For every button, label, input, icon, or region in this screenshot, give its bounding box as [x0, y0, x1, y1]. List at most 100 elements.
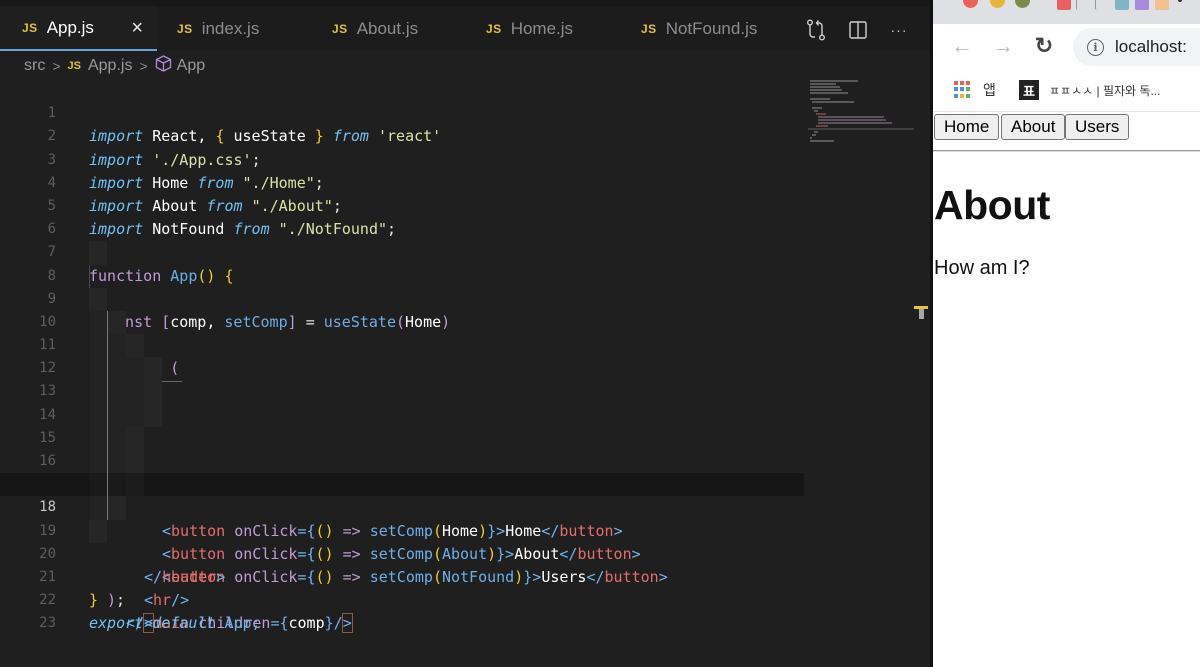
close-window-button[interactable] [963, 0, 978, 8]
breadcrumb-symbol[interactable]: App [177, 57, 205, 75]
indent-guide [126, 357, 144, 381]
indent-guide [126, 403, 144, 427]
code-line: 5 import NotFound from "./NotFound"; [0, 172, 804, 238]
maximize-window-button[interactable] [1015, 0, 1030, 8]
close-icon[interactable]: × [131, 18, 143, 38]
code-line: 13 <button onClick={() => setComp(Home)}… [0, 357, 804, 540]
minimap-line [812, 101, 854, 103]
indent-guide [89, 287, 107, 311]
page-paragraph: How am I? [934, 257, 1030, 279]
tab-label: index.js [201, 18, 260, 38]
keyword: export default [89, 614, 216, 633]
tab-notfound-js[interactable]: JS NotFound.js [641, 6, 757, 51]
browser-window: ← → ↻ i localhost: 앱 표 ㅍㅍㅅㅅ | 필자와 독... H… [933, 0, 1200, 667]
code-line: 14 <button onClick={() => setComp(About)… [0, 380, 804, 563]
indent-guide [126, 473, 144, 497]
site-info-icon[interactable]: i [1087, 38, 1104, 56]
web-page: Home About Users About How am I? [933, 112, 1200, 667]
minimap-line [810, 98, 830, 100]
code-line: 4 import About from "./About"; [0, 149, 804, 215]
js-file-icon: JS [641, 21, 657, 36]
minimap[interactable] [808, 78, 916, 148]
code-line: 3 import Home from "./Home"; [0, 125, 804, 192]
bookmark-apps[interactable]: 앱 [983, 80, 996, 100]
breadcrumb-file[interactable]: App.js [88, 57, 132, 75]
indent-guide [144, 380, 162, 404]
indent-guide [108, 496, 126, 520]
code-line: 6 [0, 195, 804, 237]
minimap-line [810, 92, 848, 94]
code-line: 21 } [0, 543, 804, 609]
tab-app-js[interactable]: JS App.js × [0, 6, 157, 51]
code-line: 9 [0, 264, 804, 307]
code-line: 1 import React, { useState } from 'react… [0, 79, 804, 145]
tab-label: NotFound.js [665, 18, 758, 38]
users-button[interactable]: Users [1065, 114, 1130, 140]
indent-guide [89, 310, 107, 335]
more-icon[interactable] [1178, 0, 1182, 2]
indent-guide [108, 380, 126, 404]
line-source: export default App; [89, 612, 261, 635]
code-line: 8 const [comp, setComp] = useState(Home) [0, 241, 804, 331]
tab-about-js[interactable]: JS About.js [332, 6, 418, 51]
tab-index-js[interactable]: JS index.js [177, 6, 259, 51]
page-heading: About [934, 182, 1050, 228]
code-line: 16 </header> [0, 426, 804, 586]
minimap-line [818, 122, 892, 124]
indent-guide [108, 403, 126, 427]
tab-label: App.js [46, 17, 94, 37]
code-line: 17 <hr/> [0, 450, 804, 609]
reload-button[interactable]: ↻ [1032, 33, 1056, 58]
address-bar[interactable]: i localhost: [1073, 28, 1200, 66]
browser-titlebar [933, 0, 1200, 24]
minimap-line [818, 116, 884, 118]
indent-guide [108, 334, 126, 358]
identifier: App; [224, 614, 261, 633]
extension-icon[interactable] [1076, 0, 1088, 10]
tag-bracket: > [341, 613, 353, 634]
extension-icon[interactable] [1155, 0, 1169, 10]
code-line: 23 [0, 589, 804, 631]
extension-icon[interactable] [1095, 0, 1107, 10]
minimize-window-button[interactable] [990, 0, 1005, 8]
split-editor-icon[interactable] [848, 20, 868, 40]
minimap-line [814, 110, 818, 112]
js-file-icon: JS [22, 20, 38, 35]
scrollbar-thumb[interactable] [919, 309, 924, 319]
bookmark-site[interactable]: ㅍㅍㅅㅅ | 필자와 독... [1049, 82, 1160, 99]
indent-guide [89, 403, 107, 427]
indent-guide [89, 380, 107, 404]
identifier: comp [288, 614, 325, 633]
compare-changes-icon[interactable] [806, 19, 826, 41]
forward-button[interactable]: → [991, 33, 1015, 58]
indent-guide [108, 357, 126, 381]
chevron-right-icon: > [52, 58, 61, 74]
back-button[interactable]: ← [950, 33, 974, 58]
tab-home-js[interactable]: JS Home.js [486, 6, 573, 51]
minimap-line [810, 140, 834, 142]
home-button[interactable]: Home [934, 114, 1000, 140]
indent-guide [89, 264, 90, 288]
code-line: 7 function App() { [0, 218, 804, 284]
indent-guide [89, 496, 107, 520]
horizontal-rule [933, 150, 1200, 152]
code-area[interactable]: 1 import React, { useState } from 'react… [0, 79, 804, 634]
minimap-line [816, 113, 826, 115]
punctuation: }/ [324, 614, 343, 633]
line-number: 23 [39, 615, 56, 632]
indent-guide [144, 357, 162, 381]
breadcrumb-folder[interactable]: src [24, 57, 45, 75]
indent-guide [89, 519, 107, 543]
about-button[interactable]: About [1001, 114, 1066, 140]
indent-guide [89, 426, 107, 450]
minimap-line [816, 125, 828, 127]
indent-guide [108, 310, 126, 335]
extension-icon[interactable] [1135, 0, 1149, 10]
code-line: 11 <> [0, 310, 804, 447]
minimap-line [810, 83, 836, 85]
more-actions-icon[interactable]: ··· [889, 20, 909, 40]
youtube-extension-icon[interactable] [1057, 0, 1071, 10]
indent-guide [108, 426, 126, 450]
code-line: 19 </> [0, 496, 804, 632]
extension-icon[interactable] [1115, 0, 1129, 10]
